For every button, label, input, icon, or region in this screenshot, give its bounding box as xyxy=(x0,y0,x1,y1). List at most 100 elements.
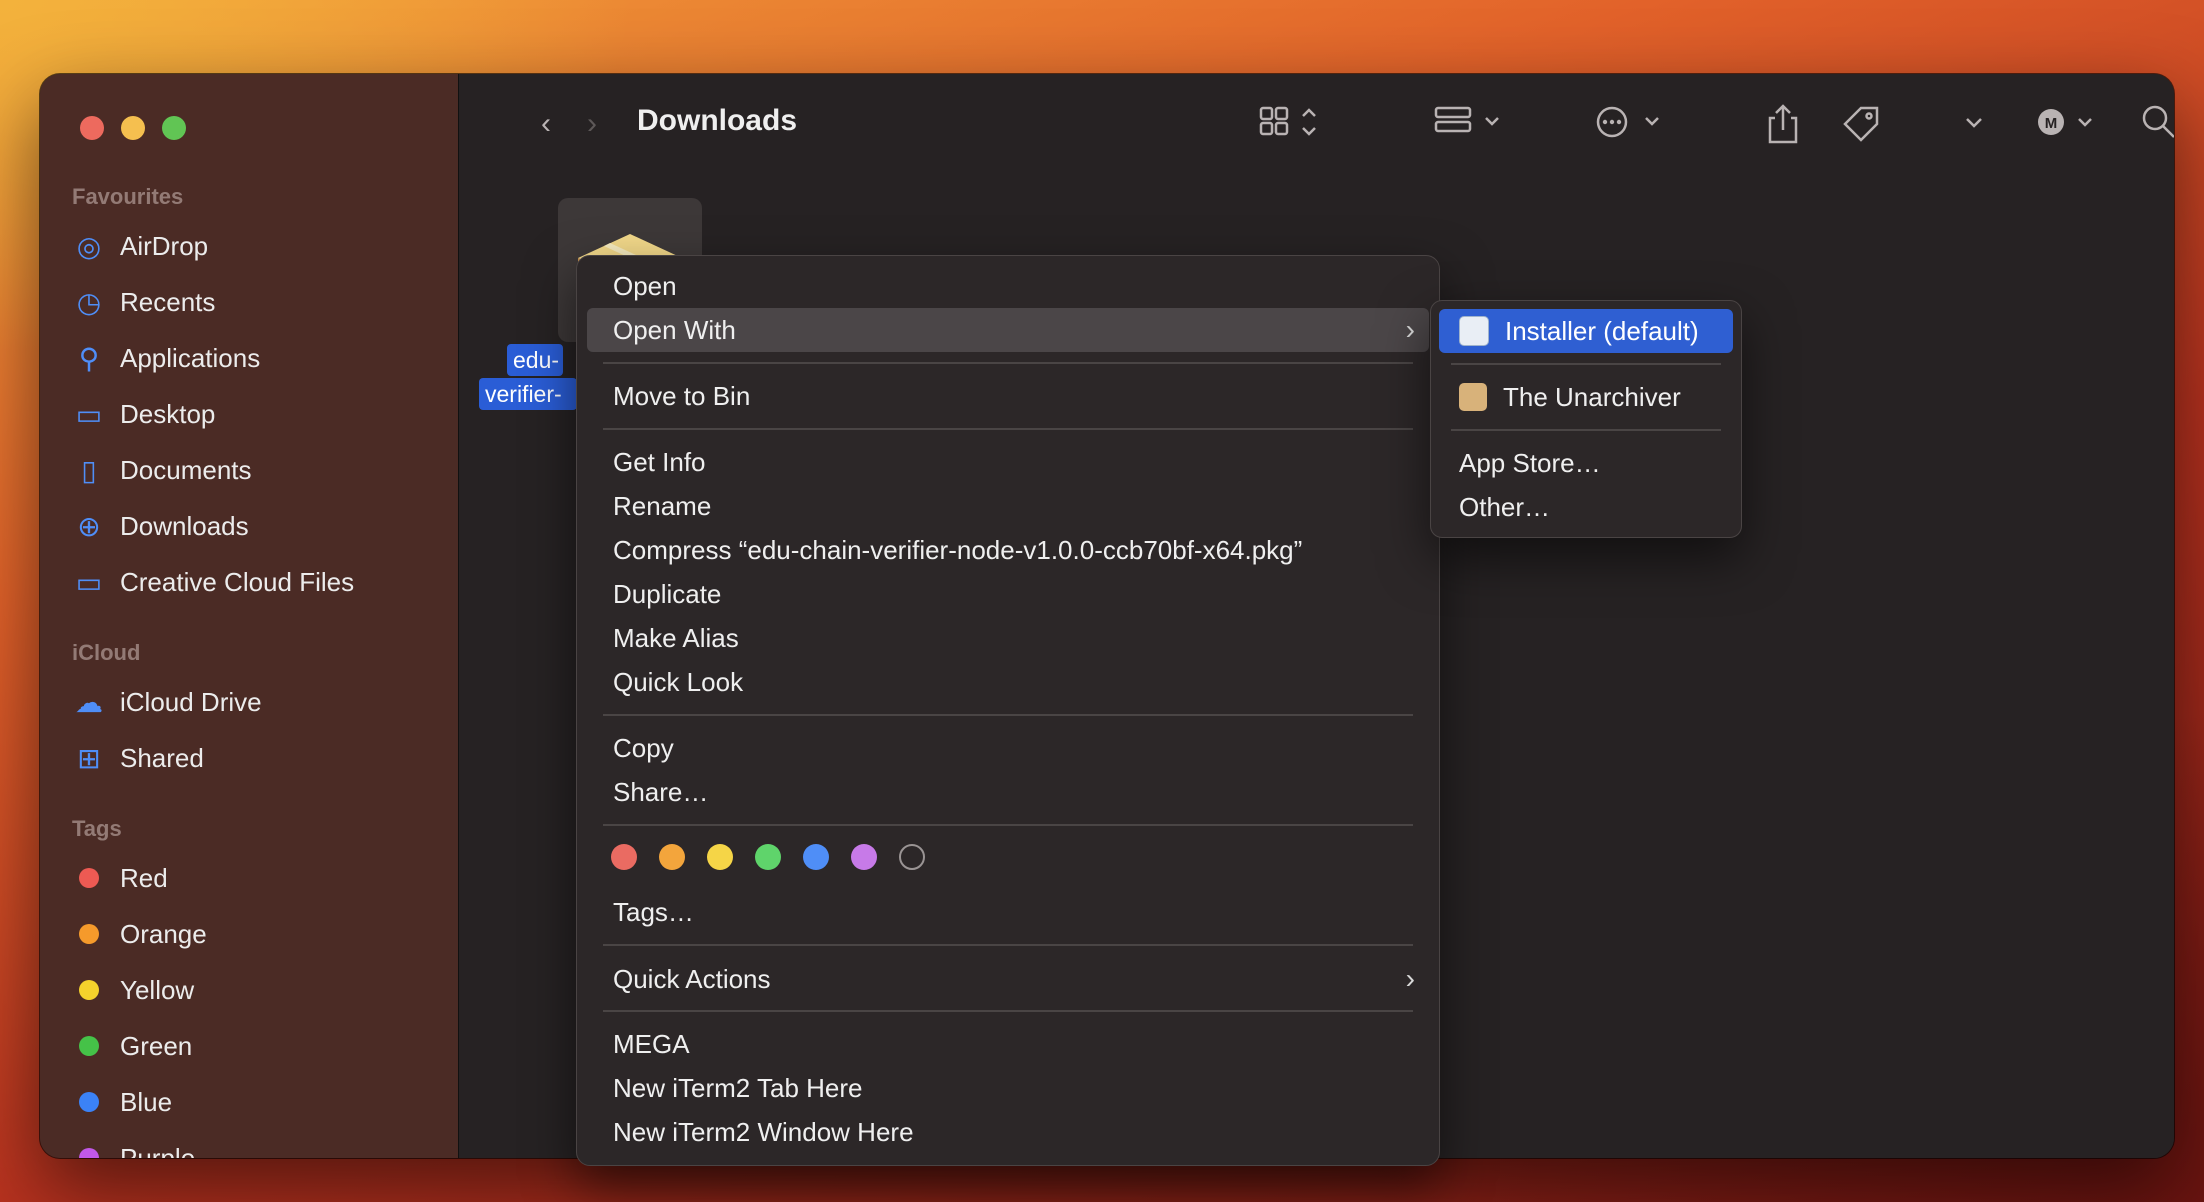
sidebar-item-label: Documents xyxy=(120,454,252,485)
sidebar-item-tag-purple[interactable]: Purple xyxy=(72,1136,195,1158)
sidebar-section-favourites: Favourites xyxy=(72,184,184,209)
sidebar-item-desktop[interactable]: ▭ Desktop xyxy=(72,392,216,436)
menu-item-share[interactable]: Share… xyxy=(587,770,1429,814)
sidebar-section-icloud: iCloud xyxy=(72,640,141,665)
tag-color-none[interactable] xyxy=(899,844,925,870)
tag-dot-icon xyxy=(79,980,99,1000)
grid-view-icon xyxy=(1259,106,1316,136)
tag-button[interactable] xyxy=(1839,102,1883,159)
view-mode-button[interactable] xyxy=(1259,102,1323,155)
menu-item-move-to-bin[interactable]: Move to Bin xyxy=(587,374,1429,418)
menu-item-get-info[interactable]: Get Info xyxy=(587,440,1429,484)
sidebar-item-documents[interactable]: ▯ Documents xyxy=(72,448,252,492)
mega-icon: M xyxy=(2038,109,2092,135)
sidebar-item-creative-cloud[interactable]: ▭ Creative Cloud Files xyxy=(72,560,354,604)
tag-dot-icon xyxy=(79,1092,99,1112)
back-button[interactable]: ‹ xyxy=(541,102,551,146)
menu-item-open-with[interactable]: Open With › xyxy=(587,308,1429,352)
actions-button[interactable] xyxy=(1594,102,1666,155)
menu-item-make-alias[interactable]: Make Alias xyxy=(587,616,1429,660)
sidebar-item-downloads[interactable]: ⊕ Downloads xyxy=(72,504,249,548)
sidebar-item-label: Creative Cloud Files xyxy=(120,566,355,597)
sidebar-item-tag-blue[interactable]: Blue xyxy=(72,1080,172,1124)
menu-item-rename[interactable]: Rename xyxy=(587,484,1429,528)
sidebar-item-airdrop[interactable]: ◎ AirDrop xyxy=(72,224,208,268)
tag-dot-icon xyxy=(79,1036,99,1056)
applications-icon: ⚲ xyxy=(78,342,100,374)
chevron-down-icon xyxy=(1966,118,1982,128)
sidebar-item-tag-orange[interactable]: Orange xyxy=(72,912,207,956)
sidebar-item-label: Orange xyxy=(120,918,207,949)
zoom-window-button[interactable] xyxy=(162,116,186,140)
sidebar-item-label: Recents xyxy=(120,286,216,317)
context-menu: Open Open With › Move to Bin Get Info Re… xyxy=(576,255,1440,1166)
file-name-label[interactable]: edu- verifier- xyxy=(479,344,577,412)
sidebar-item-icloud-drive[interactable]: ☁ iCloud Drive xyxy=(72,680,262,724)
tag-color-purple[interactable] xyxy=(851,844,877,870)
tag-dot-icon xyxy=(79,1148,99,1158)
menu-item-label: Quick Actions xyxy=(613,964,771,994)
chevron-right-icon: › xyxy=(1405,314,1415,345)
tag-dot-icon xyxy=(79,924,99,944)
file-name-line: verifier- xyxy=(479,378,577,410)
sidebar-item-tag-green[interactable]: Green xyxy=(72,1024,192,1068)
shared-folder-icon: ⊞ xyxy=(77,742,101,774)
sidebar-item-label: Downloads xyxy=(120,510,249,541)
menu-separator xyxy=(603,362,1413,364)
folder-icon: ▭ xyxy=(75,566,103,598)
download-icon: ⊕ xyxy=(77,510,101,542)
forward-button[interactable]: › xyxy=(587,102,597,146)
search-button[interactable] xyxy=(2139,102,2174,155)
sidebar-item-tag-red[interactable]: Red xyxy=(72,856,168,900)
tag-color-green[interactable] xyxy=(755,844,781,870)
chevron-right-icon: › xyxy=(587,107,597,140)
menu-item-iterm-tab[interactable]: New iTerm2 Tab Here xyxy=(587,1066,1429,1110)
tag-color-yellow[interactable] xyxy=(707,844,733,870)
menu-item-open[interactable]: Open xyxy=(587,264,1429,308)
submenu-item-other[interactable]: Other… xyxy=(1439,485,1733,529)
airdrop-icon: ◎ xyxy=(76,230,102,262)
menu-separator xyxy=(1451,429,1721,431)
menu-separator xyxy=(603,824,1413,826)
menu-item-tags[interactable]: Tags… xyxy=(587,890,1429,934)
sidebar-item-label: iCloud Drive xyxy=(120,686,262,717)
window-title: Downloads xyxy=(637,104,798,137)
submenu-item-unarchiver[interactable]: The Unarchiver xyxy=(1439,375,1733,419)
close-window-button[interactable] xyxy=(80,116,104,140)
menu-item-duplicate[interactable]: Duplicate xyxy=(587,572,1429,616)
window-controls xyxy=(80,116,186,140)
sidebar-item-shared[interactable]: ⊞ Shared xyxy=(72,736,204,780)
menu-item-quick-look[interactable]: Quick Look xyxy=(587,660,1429,704)
sidebar-item-label: Blue xyxy=(120,1086,173,1117)
sidebar-item-tag-yellow[interactable]: Yellow xyxy=(72,968,194,1012)
tag-color-red[interactable] xyxy=(611,844,637,870)
menu-item-quick-actions[interactable]: Quick Actions › xyxy=(587,957,1429,1001)
group-button[interactable] xyxy=(1434,102,1506,155)
menu-item-mega[interactable]: MEGA xyxy=(587,1022,1429,1066)
desktop-icon: ▭ xyxy=(75,398,103,430)
svg-text:M: M xyxy=(2045,115,2058,132)
more-toolbar-button[interactable] xyxy=(1959,102,1989,155)
sidebar: Favourites ◎ AirDrop ◷ Recents ⚲ Applica… xyxy=(40,74,459,1158)
mega-button[interactable]: M xyxy=(2035,102,2099,155)
minimize-window-button[interactable] xyxy=(121,116,145,140)
menu-item-iterm-window[interactable]: New iTerm2 Window Here xyxy=(587,1110,1429,1154)
search-icon xyxy=(2142,105,2174,138)
document-icon: ▯ xyxy=(81,454,97,486)
tag-color-orange[interactable] xyxy=(659,844,685,870)
chevron-left-icon: ‹ xyxy=(541,107,551,140)
sidebar-item-applications[interactable]: ⚲ Applications xyxy=(72,336,260,380)
menu-item-compress[interactable]: Compress “edu-chain-verifier-node-v1.0.0… xyxy=(587,528,1429,572)
sidebar-item-label: Desktop xyxy=(120,398,216,429)
sidebar-item-label: Applications xyxy=(120,342,261,373)
share-button[interactable] xyxy=(1763,102,1803,159)
menu-item-copy[interactable]: Copy xyxy=(587,726,1429,770)
unarchiver-icon xyxy=(1459,383,1487,411)
submenu-item-app-store[interactable]: App Store… xyxy=(1439,441,1733,485)
sidebar-item-recents[interactable]: ◷ Recents xyxy=(72,280,216,324)
tag-color-blue[interactable] xyxy=(803,844,829,870)
submenu-item-installer[interactable]: Installer (default) xyxy=(1439,309,1733,353)
file-name-line: edu- xyxy=(507,344,563,376)
menu-separator xyxy=(1451,363,1721,365)
sidebar-section-tags: Tags xyxy=(72,816,122,841)
